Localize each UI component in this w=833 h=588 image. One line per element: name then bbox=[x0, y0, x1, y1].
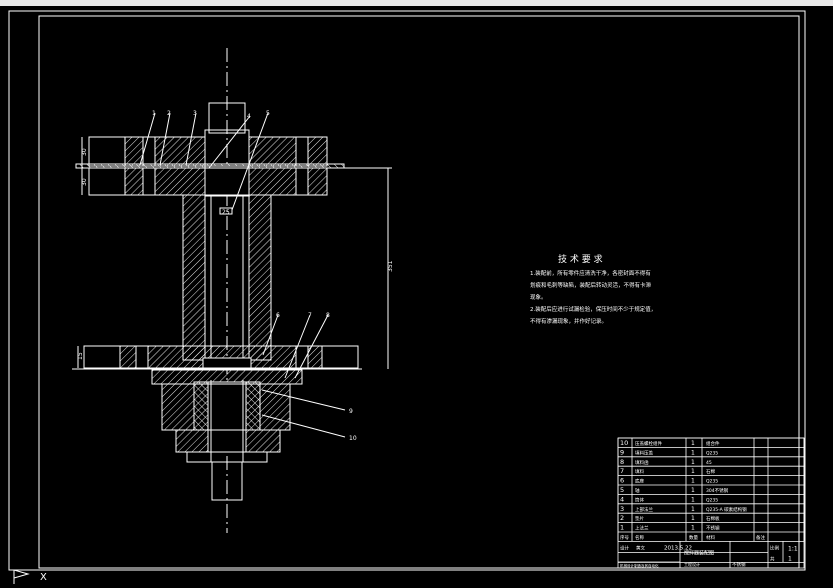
bom-material: Q235 bbox=[706, 479, 718, 485]
tb-school: 机械设计制造及其自动化 bbox=[620, 563, 659, 568]
callout-2: 2 bbox=[167, 110, 171, 117]
callout-7: 7 bbox=[308, 312, 312, 319]
bom-qty: 1 bbox=[691, 525, 695, 532]
bom-no: 9 bbox=[620, 448, 624, 456]
bom-header-qty: 数量 bbox=[689, 534, 698, 541]
top-flange-right bbox=[248, 136, 328, 167]
tb-drawing-title: 搅拌器装配图 bbox=[684, 549, 714, 556]
second-flange bbox=[88, 165, 328, 197]
bom-header-material: 材料 bbox=[706, 534, 715, 541]
bom-no: 1 bbox=[620, 524, 624, 532]
tech-requirements-title: 技 术 要 求 bbox=[558, 253, 603, 265]
bom-qty: 1 bbox=[691, 487, 695, 494]
packing-box bbox=[151, 369, 303, 463]
bom-qty: 1 bbox=[691, 496, 695, 503]
bom-header-name: 名称 bbox=[635, 534, 644, 541]
bom-name: 上法兰 bbox=[635, 525, 649, 532]
bom-name: 填料 bbox=[635, 468, 644, 475]
bom-no: 5 bbox=[620, 486, 624, 494]
bom-no: 3 bbox=[620, 505, 624, 513]
callout-9: 9 bbox=[349, 408, 353, 415]
bom-material: 不锈钢 bbox=[706, 525, 720, 532]
bom-name: 底座 bbox=[635, 478, 644, 485]
tube-wall-left bbox=[182, 194, 206, 361]
bom-qty: 1 bbox=[691, 459, 695, 466]
dim-text-3: 351 bbox=[387, 260, 394, 272]
tech-line-4: 2.装配后应进行试漏检验，保压时间不少于规定值， bbox=[530, 305, 656, 313]
bom-material: 组合件 bbox=[706, 440, 720, 447]
callout-6: 6 bbox=[276, 312, 280, 319]
dim-text-1: 30 bbox=[81, 148, 88, 156]
tb-sheet-label: 共 bbox=[770, 555, 775, 562]
tech-requirements: 技 术 要 求 1.装配前，所有零件应清洗干净，各密封面不得有 划痕和毛刺等缺陷… bbox=[530, 253, 656, 325]
ucs-icon bbox=[13, 569, 30, 584]
bom-header-no: 序号 bbox=[620, 534, 629, 541]
bom-material: 石棉 bbox=[706, 468, 715, 475]
bom-name: 压盖螺栓组件 bbox=[635, 440, 662, 447]
bom-qty: 1 bbox=[691, 468, 695, 475]
callout-10: 10 bbox=[349, 435, 357, 442]
bom-qty: 1 bbox=[691, 506, 695, 513]
callout-5: 5 bbox=[266, 110, 270, 117]
bom-name: 填料压盖 bbox=[635, 449, 653, 456]
bom-qty: 1 bbox=[691, 478, 695, 485]
dim-text-5: 25 bbox=[222, 209, 230, 216]
bom-material: Q235-A 碳素结构钢 bbox=[706, 506, 747, 513]
dim-text-2: 30 bbox=[81, 178, 88, 186]
bom-no: 8 bbox=[620, 458, 624, 466]
bom-qty: 1 bbox=[691, 515, 695, 522]
bom-no: 7 bbox=[620, 467, 624, 475]
callout-8: 8 bbox=[326, 312, 330, 319]
bom-no: 4 bbox=[620, 495, 624, 503]
bom-no: 2 bbox=[620, 514, 624, 522]
tb-sheet-value: 1 bbox=[788, 555, 792, 562]
callout-3: 3 bbox=[193, 110, 197, 117]
bom-header-note: 备注 bbox=[756, 534, 765, 541]
tb-material-note: 不锈钢 bbox=[732, 561, 746, 568]
tech-line-2: 划痕和毛刺等缺陷，装配后转动灵活，不得有卡滞 bbox=[530, 281, 652, 289]
bom-no: 6 bbox=[620, 477, 624, 485]
base-flange bbox=[83, 345, 359, 369]
callout-4: 4 bbox=[247, 113, 251, 120]
ucs-indicator: X bbox=[13, 569, 47, 584]
bom-name: 垫片 bbox=[635, 515, 644, 522]
tech-line-3: 现象。 bbox=[530, 293, 547, 301]
bom-no: 10 bbox=[620, 439, 628, 447]
bom-table: 10 压盖螺栓组件 1 组合件 9 填料压盖 1 Q235 8 填料函 1 45 7 填料 1 石棉 6 底座 1 Q… bbox=[617, 437, 805, 569]
cad-drawing: 1 2 3 4 5 6 7 8 9 10 30 30 351 15 25 技 术… bbox=[0, 0, 833, 584]
tb-scale-label: 比例 bbox=[770, 544, 779, 551]
assembly-section-view bbox=[72, 48, 392, 533]
ucs-x-label: X bbox=[40, 572, 47, 583]
bom-name: 轴 bbox=[635, 487, 640, 494]
dim-text-4: 15 bbox=[77, 352, 84, 360]
tech-line-1: 1.装配前，所有零件应清洗干净，各密封面不得有 bbox=[530, 269, 651, 277]
bom-qty: 1 bbox=[691, 440, 695, 447]
tb-company: 工程设计 bbox=[684, 561, 700, 567]
bom-material: 304不锈钢 bbox=[706, 487, 729, 494]
tube-wall-right bbox=[248, 194, 272, 361]
bom-qty: 1 bbox=[691, 449, 695, 456]
bom-material: 45 bbox=[706, 460, 712, 466]
bom-name: 筒体 bbox=[635, 496, 644, 503]
bom-material: Q235 bbox=[706, 497, 718, 503]
tb-scale-value: 1:1 bbox=[788, 545, 798, 552]
bom-material: 石棉板 bbox=[706, 515, 720, 522]
tech-line-5: 不得有渗漏现象，并作好记录。 bbox=[530, 317, 607, 325]
bom-name: 填料函 bbox=[635, 459, 649, 466]
bom-material: Q235 bbox=[706, 450, 718, 456]
tb-designer-label: 设计 bbox=[620, 544, 629, 551]
tb-designer-name: 黄文 bbox=[636, 544, 645, 551]
callout-1: 1 bbox=[152, 110, 156, 117]
bom-name: 上部法兰 bbox=[635, 506, 653, 513]
window-top-strip bbox=[0, 0, 833, 6]
